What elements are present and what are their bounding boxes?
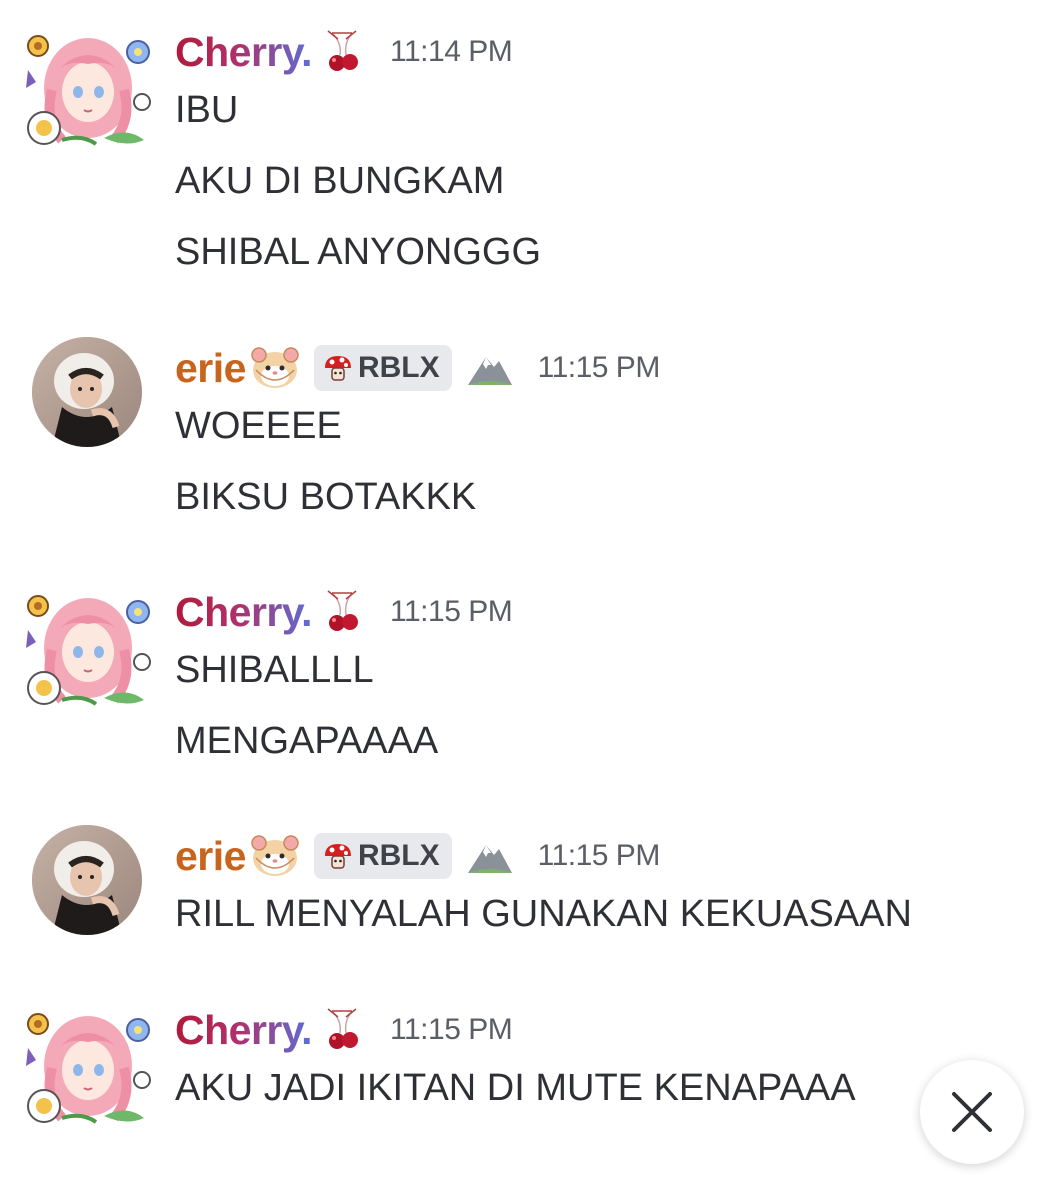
message-header: erie RBLX 11:15 PM xyxy=(175,831,660,881)
cherry-icon xyxy=(327,590,359,632)
message-text: MENGAPAAAA xyxy=(175,720,439,762)
avatar[interactable] xyxy=(22,1008,154,1126)
username[interactable]: Cherry. xyxy=(175,589,313,636)
mountain-icon xyxy=(467,845,512,873)
tag-label: RBLX xyxy=(357,351,440,384)
timestamp: 11:14 PM xyxy=(390,35,513,68)
mushroom-icon xyxy=(324,843,352,869)
mountain-icon xyxy=(467,357,512,385)
username[interactable]: Cherry. xyxy=(175,29,313,76)
avatar[interactable] xyxy=(22,30,154,148)
chat-log: Cherry. 11:14 PM IBU AKU DI BUNGKAM SHIB… xyxy=(0,0,1060,1200)
cherry-icon xyxy=(327,1008,359,1050)
hamster-icon xyxy=(251,347,299,389)
username[interactable]: Cherry. xyxy=(175,1007,313,1054)
cherry-icon xyxy=(327,30,359,72)
message-text: WOEEEE xyxy=(175,405,342,447)
role-tag[interactable]: RBLX xyxy=(313,833,452,879)
message-text: SHIBALLLL xyxy=(175,649,374,691)
message-text: SHIBAL ANYONGGG xyxy=(175,231,542,273)
message-text: RILL MENYALAH GUNAKAN KEKUASAAN xyxy=(175,893,912,935)
message-header: Cherry. 11:15 PM xyxy=(175,1005,513,1055)
username[interactable]: erie xyxy=(175,833,246,880)
avatar[interactable] xyxy=(32,825,142,935)
timestamp: 11:15 PM xyxy=(537,351,661,384)
message-text: IBU xyxy=(175,89,239,131)
close-button[interactable] xyxy=(920,1060,1024,1164)
message-header: erie RBLX 11:15 PM xyxy=(175,343,660,393)
avatar[interactable] xyxy=(32,337,142,447)
close-icon xyxy=(952,1092,992,1132)
avatar[interactable] xyxy=(22,590,154,708)
message-text: BIKSU BOTAKKK xyxy=(175,476,477,518)
timestamp: 11:15 PM xyxy=(390,595,513,628)
message-text: AKU DI BUNGKAM xyxy=(175,160,505,202)
message-header: Cherry. 11:15 PM xyxy=(175,587,513,637)
mushroom-icon xyxy=(324,355,352,381)
timestamp: 11:15 PM xyxy=(390,1013,513,1046)
message-header: Cherry. 11:14 PM xyxy=(175,27,513,77)
username[interactable]: erie xyxy=(175,345,246,392)
hamster-icon xyxy=(251,835,299,877)
message-text: AKU JADI IKITAN DI MUTE KENAPAAA xyxy=(175,1067,856,1109)
timestamp: 11:15 PM xyxy=(537,839,661,872)
role-tag[interactable]: RBLX xyxy=(313,345,452,391)
tag-label: RBLX xyxy=(357,839,440,872)
